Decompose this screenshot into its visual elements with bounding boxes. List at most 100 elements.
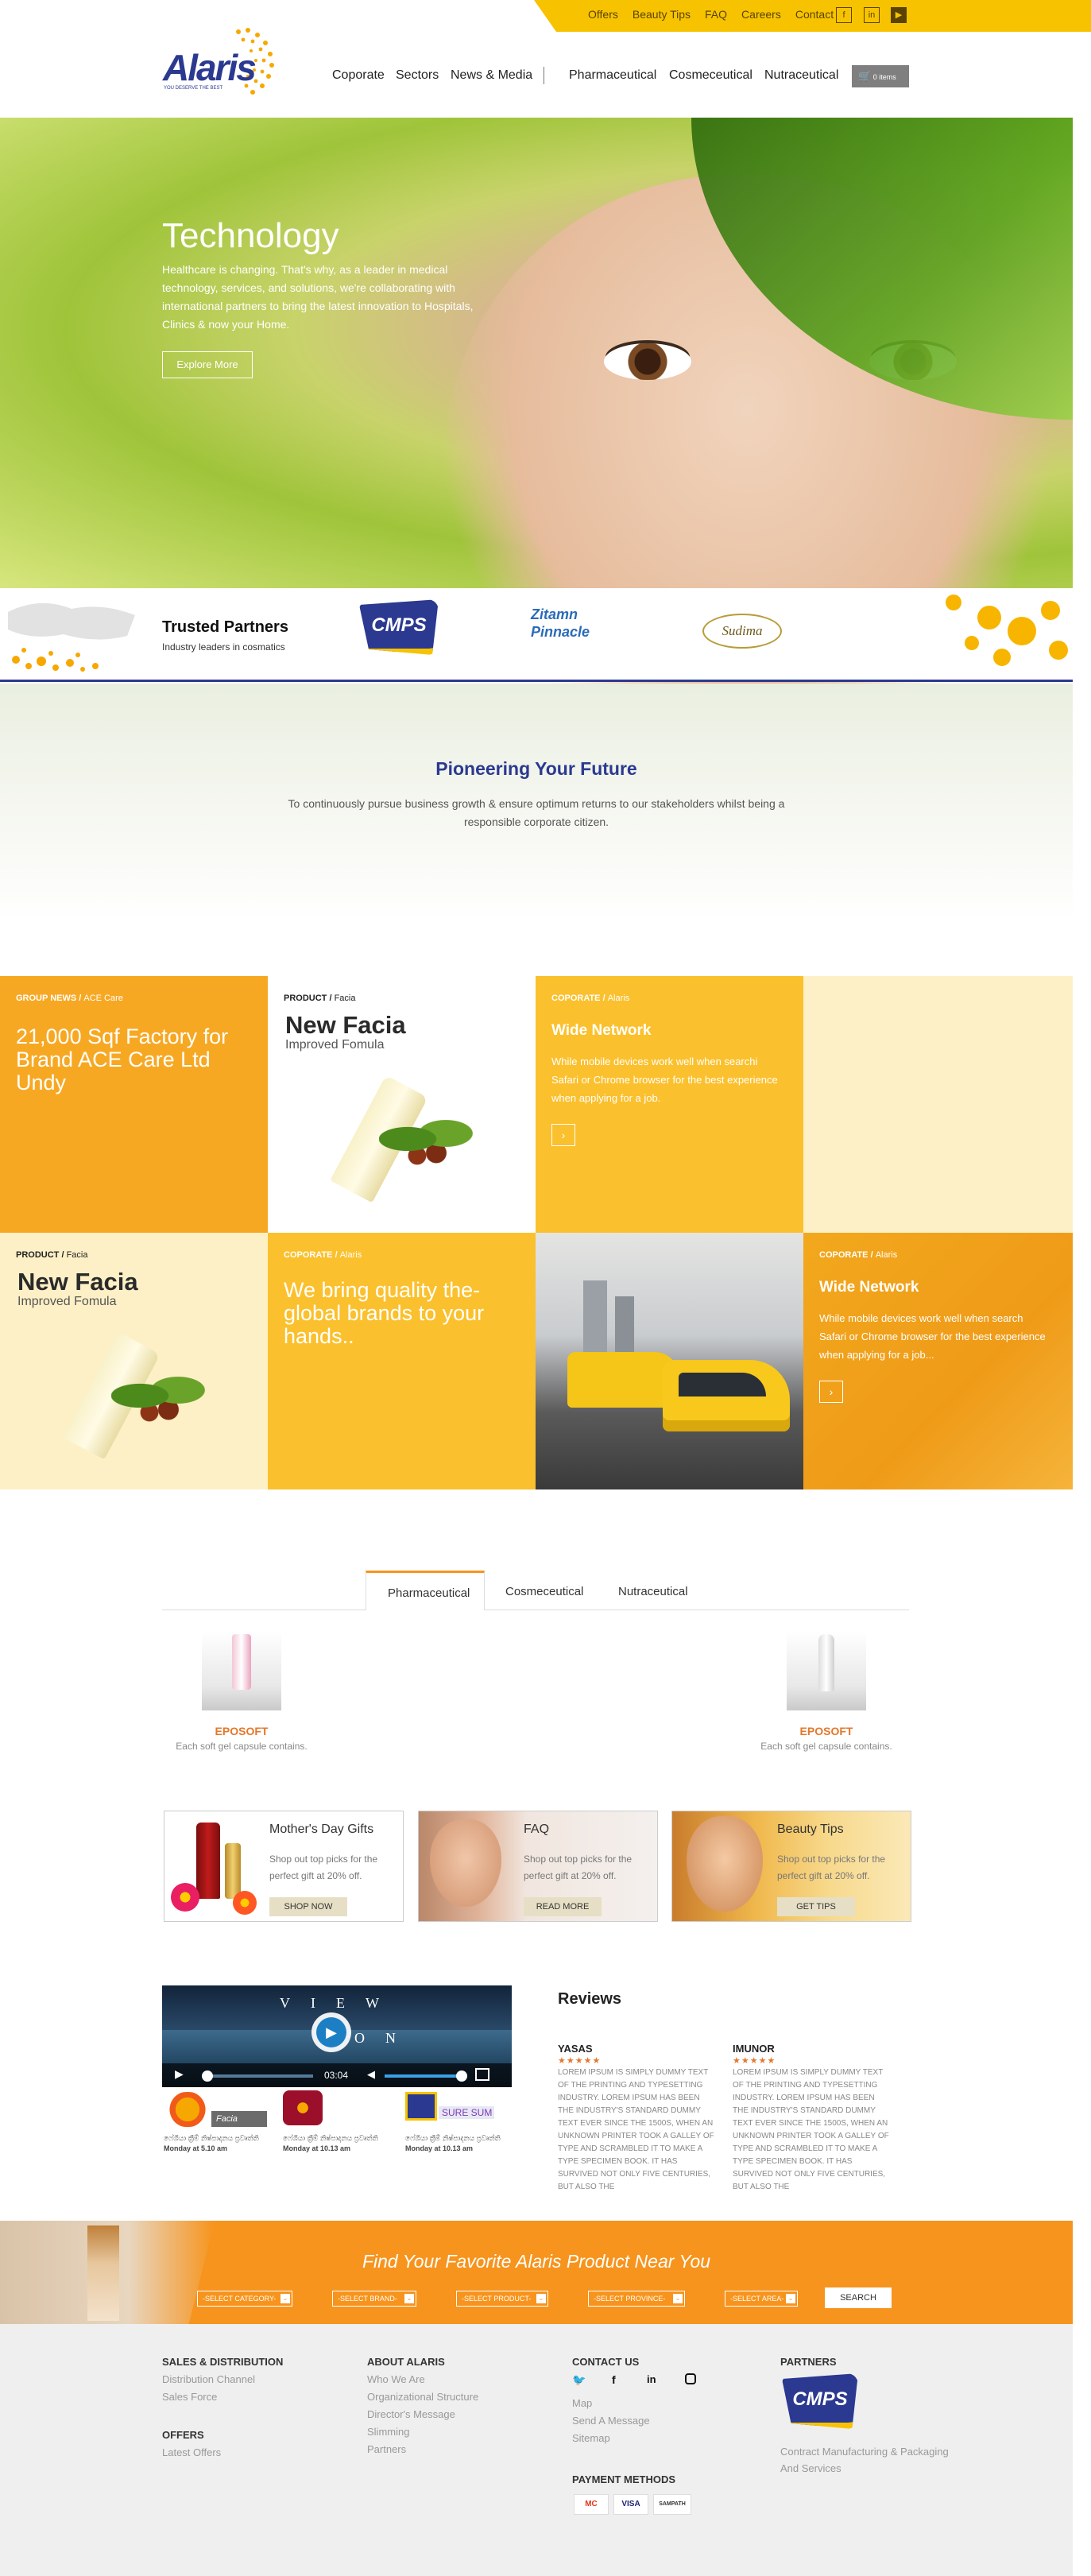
- nav-cosmeceutical[interactable]: Cosmeceutical: [669, 68, 752, 83]
- video-player[interactable]: VIEW MON ▶ ▶ 03:04 ◀: [162, 1985, 512, 2087]
- video-progress-bar[interactable]: [202, 2074, 313, 2078]
- top-link-beauty-tips[interactable]: Beauty Tips: [633, 8, 691, 21]
- product-image[interactable]: [202, 1631, 281, 1710]
- footer-link[interactable]: Latest Offers: [162, 2446, 221, 2458]
- tile-product-facia-2[interactable]: PRODUCT / Facia New Facia Improved Fomul…: [0, 1233, 268, 1489]
- footer-link[interactable]: Send A Message: [572, 2415, 650, 2427]
- top-link-faq[interactable]: FAQ: [705, 8, 727, 21]
- news-channel-label: Facia: [211, 2111, 267, 2127]
- tile-subtitle: Improved Fomula: [285, 1038, 385, 1052]
- tile-wide-network-2[interactable]: COPORATE / Alaris Wide Network While mob…: [803, 1233, 1073, 1489]
- facebook-icon[interactable]: f: [612, 2373, 616, 2386]
- footer-link[interactable]: Who We Are: [367, 2373, 425, 2385]
- news-caption[interactable]: ෆේශියා ක්‍රීම් නිෂ්පාදනය ප්‍රවෘත්ති Monda…: [405, 2133, 501, 2154]
- get-tips-button[interactable]: GET TIPS: [777, 1897, 855, 1916]
- volume-handle[interactable]: [456, 2070, 467, 2082]
- footer-link[interactable]: Slimming: [367, 2426, 409, 2438]
- footer-link[interactable]: Sales Force: [162, 2391, 217, 2403]
- footer-offers-title: OFFERS: [162, 2429, 204, 2441]
- news-caption[interactable]: ෆේශියා ක්‍රීම් නිෂ්පාදනය ප්‍රවෘත්ති Monda…: [164, 2133, 259, 2154]
- tile-title: Wide Network: [551, 1022, 652, 1039]
- tab-cosmeceutical[interactable]: Cosmeceutical: [505, 1585, 583, 1598]
- tab-nutraceutical[interactable]: Nutraceutical: [618, 1585, 688, 1598]
- nav-coporate[interactable]: Coporate: [332, 68, 385, 83]
- video-progress-handle[interactable]: [202, 2070, 213, 2082]
- linkedin-icon[interactable]: in: [864, 7, 880, 23]
- search-button[interactable]: SEARCH: [825, 2287, 892, 2308]
- tile-category: GROUP NEWS / ACE Care: [16, 994, 123, 1003]
- top-link-offers[interactable]: Offers: [588, 8, 618, 21]
- partner-logo-zitamn[interactable]: Zitamn Pinnacle: [531, 606, 618, 653]
- logo-tagline: YOU DESERVE THE BEST: [164, 86, 223, 91]
- promo-card-mothers-day[interactable]: Mother's Day Gifts Shop out top picks fo…: [164, 1811, 404, 1922]
- footer-link[interactable]: Partners: [367, 2443, 406, 2455]
- instagram-icon[interactable]: [685, 2373, 696, 2384]
- gift-bottle-image: [196, 1823, 220, 1899]
- youtube-icon[interactable]: ▶: [891, 7, 907, 23]
- logo-wordmark[interactable]: Alaris: [163, 46, 257, 89]
- play-icon[interactable]: ▶: [175, 2067, 184, 2081]
- footer-cmps-logo[interactable]: CMPS: [782, 2373, 858, 2429]
- herbs-image: [111, 1368, 207, 1424]
- cart-button[interactable]: 🛒 0 items: [852, 65, 909, 87]
- select-brand[interactable]: -SELECT BRAND- ⌄: [332, 2291, 416, 2307]
- footer-link[interactable]: Sitemap: [572, 2432, 610, 2444]
- decor-dot: [946, 595, 961, 610]
- promo-card-beauty-tips[interactable]: Beauty Tips Shop out top picks for the p…: [671, 1811, 911, 1922]
- twitter-icon[interactable]: 🐦: [572, 2373, 586, 2387]
- chevron-down-icon: ⌄: [786, 2294, 795, 2303]
- volume-slider[interactable]: [385, 2074, 461, 2078]
- nav-pharmaceutical[interactable]: Pharmaceutical: [569, 68, 656, 83]
- arrow-right-icon[interactable]: ›: [819, 1381, 843, 1403]
- explore-more-button[interactable]: Explore More: [162, 351, 253, 378]
- nav-news-media[interactable]: News & Media: [451, 68, 532, 83]
- product-image[interactable]: [787, 1631, 866, 1710]
- tile-group-news[interactable]: GROUP NEWS / ACE Care 21,000 Sqf Factory…: [0, 976, 268, 1233]
- nav-sectors[interactable]: Sectors: [396, 68, 439, 83]
- footer-link[interactable]: Organizational Structure: [367, 2391, 478, 2403]
- tile-wide-network[interactable]: COPORATE / Alaris Wide Network While mob…: [536, 976, 803, 1233]
- footer-link[interactable]: Map: [572, 2397, 592, 2409]
- van-window: [679, 1373, 766, 1396]
- tile-title: We bring quality the-global brands to yo…: [284, 1278, 485, 1348]
- footer-contact-title: CONTACT US: [572, 2356, 640, 2368]
- product-description: Each soft gel capsule contains.: [760, 1741, 892, 1752]
- tile-quality-brands[interactable]: COPORATE / Alaris We bring quality the-g…: [268, 1233, 536, 1489]
- product-name[interactable]: EPOSOFT: [162, 1725, 321, 1737]
- fullscreen-icon[interactable]: [475, 2068, 489, 2081]
- select-category[interactable]: -SELECT CATEGORY- ⌄: [197, 2291, 292, 2307]
- select-product[interactable]: -SELECT PRODUCT- ⌄: [456, 2291, 548, 2307]
- promo-text: Shop out top picks for the perfect gift …: [524, 1854, 633, 1881]
- nav-nutraceutical[interactable]: Nutraceutical: [764, 68, 838, 83]
- tab-pharmaceutical[interactable]: Pharmaceutical: [388, 1586, 470, 1600]
- top-link-careers[interactable]: Careers: [741, 8, 781, 21]
- shop-now-button[interactable]: SHOP NOW: [269, 1897, 347, 1916]
- select-area[interactable]: -SELECT AREA- ⌄: [725, 2291, 798, 2307]
- footer-partners-title: PARTNERS: [780, 2356, 837, 2368]
- linkedin-icon[interactable]: in: [647, 2373, 656, 2385]
- news-channel-label: SURE SUM: [439, 2106, 494, 2119]
- tile-category: PRODUCT / Facia: [16, 1250, 88, 1260]
- tile-text: While mobile devices work well when sear…: [551, 1056, 778, 1104]
- arrow-right-icon[interactable]: ›: [551, 1124, 575, 1146]
- promo-text: Shop out top picks for the perfect gift …: [269, 1854, 378, 1881]
- top-link-contact[interactable]: Contact: [795, 8, 834, 21]
- footer-link[interactable]: Director's Message: [367, 2408, 455, 2420]
- find-woman-figure: [87, 2225, 119, 2321]
- volume-icon[interactable]: ◀: [367, 2068, 375, 2081]
- promo-card-faq[interactable]: FAQ Shop out top picks for the perfect g…: [418, 1811, 658, 1922]
- partner-logo-cmps[interactable]: CMPS: [359, 599, 439, 655]
- tile-product-facia[interactable]: PRODUCT / Facia New Facia Improved Fomul…: [268, 976, 536, 1233]
- news-caption[interactable]: ෆේශියා ක්‍රීම් නිෂ්පාදනය ප්‍රවෘත්ති Monda…: [283, 2133, 378, 2154]
- mastercard-icon: MC: [574, 2494, 609, 2515]
- review-stars: ★★★★★: [558, 2056, 602, 2066]
- facebook-icon[interactable]: f: [836, 7, 852, 23]
- read-more-button[interactable]: READ MORE: [524, 1897, 602, 1916]
- product-name[interactable]: EPOSOFT: [747, 1725, 906, 1737]
- select-province[interactable]: -SELECT PROVINCE- ⌄: [588, 2291, 685, 2307]
- partner-logo-sudima[interactable]: Sudima: [702, 614, 782, 649]
- sure-sum-logo-icon: [405, 2092, 437, 2121]
- footer-link[interactable]: Distribution Channel: [162, 2373, 255, 2385]
- tile-vans-photo: [536, 1233, 803, 1489]
- tile-subtitle: Improved Fomula: [17, 1295, 117, 1308]
